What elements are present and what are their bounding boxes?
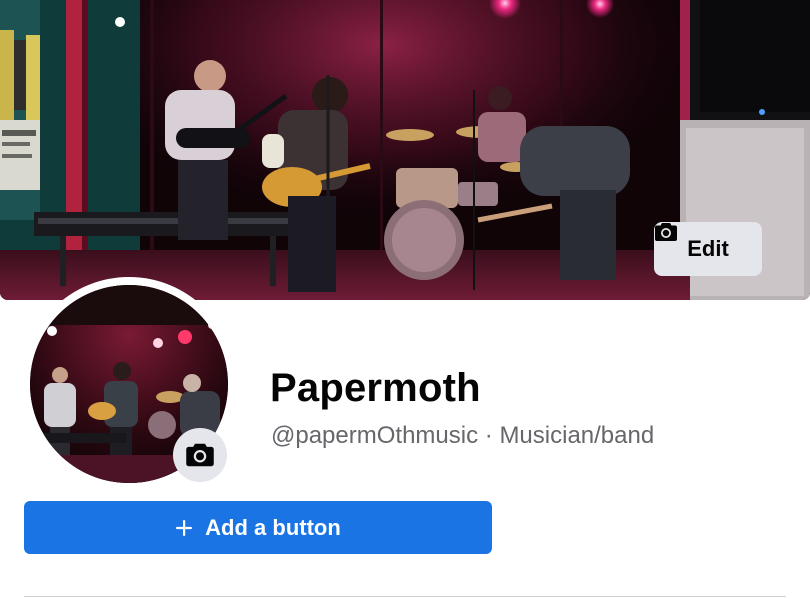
edit-cover-button[interactable]: Edit (654, 222, 762, 276)
plus-icon (176, 519, 193, 536)
add-a-button-label: Add a button (205, 514, 341, 540)
add-a-button[interactable]: Add a button (24, 501, 492, 554)
camera-icon (655, 223, 677, 241)
page-header: Edit Papermoth @papermOthmusic · Musicia… (0, 0, 810, 599)
page-subtitle: @papermOthmusic · Musician/band (271, 421, 654, 451)
camera-icon (186, 443, 214, 467)
page-category[interactable]: Musician/band (499, 422, 654, 449)
cover-photo[interactable]: Edit (0, 0, 810, 300)
meta-separator: · (484, 422, 493, 449)
page-title: Papermoth (270, 366, 481, 410)
page-handle: @papermOthmusic (271, 422, 479, 449)
update-profile-picture-button[interactable] (173, 428, 227, 482)
section-divider (24, 596, 786, 597)
edit-cover-label: Edit (687, 236, 729, 261)
